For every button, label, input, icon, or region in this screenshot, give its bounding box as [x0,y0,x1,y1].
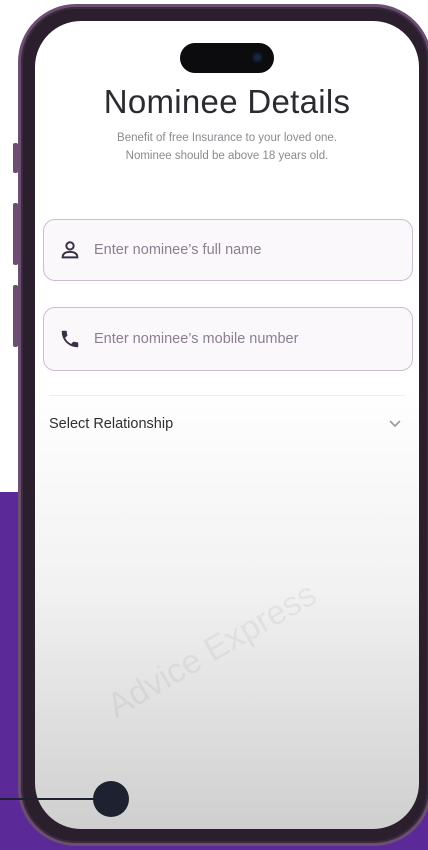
side-button-volume-up [13,203,18,265]
nominee-mobile-field[interactable] [43,307,413,371]
phone-icon [58,327,82,351]
nominee-name-input[interactable] [92,241,376,259]
nominee-name-field[interactable] [43,219,413,281]
page-title: Nominee Details [103,83,351,120]
pointer-line [0,798,104,800]
chevron-down-icon [389,420,401,428]
divider [49,395,405,396]
person-icon [58,238,82,262]
side-button-volume-down [13,285,18,347]
watermark-text: Advice Express [100,575,323,726]
pointer-dot [93,781,129,817]
phone-screen: Nominee Details Benefit of free Insuranc… [35,21,419,829]
subtitle-line-2: Nominee should be above 18 years old. [125,150,329,162]
nominee-mobile-input[interactable] [92,330,376,348]
dynamic-island [180,43,274,73]
side-button-action [13,143,18,173]
phone-frame: Nominee Details Benefit of free Insuranc… [13,4,428,846]
relationship-select-label: Select Relationship [49,416,174,432]
page-subtitle: Benefit of free Insurance to your loved … [35,129,419,165]
camera-icon [252,52,263,63]
subtitle-line-1: Benefit of free Insurance to your loved … [117,132,337,144]
relationship-select[interactable]: Select Relationship [49,411,401,437]
